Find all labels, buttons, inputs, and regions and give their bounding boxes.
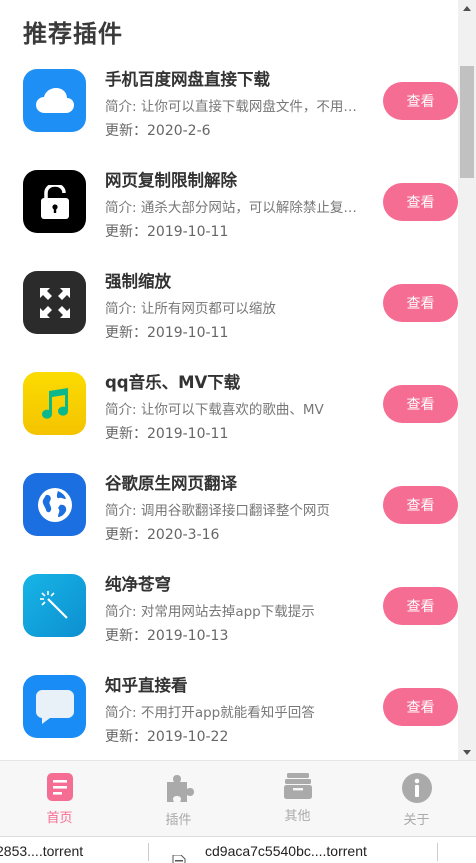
view-button[interactable]: 查看 xyxy=(383,688,458,726)
tab-label: 插件 xyxy=(165,813,192,828)
view-button[interactable]: 查看 xyxy=(383,486,458,524)
bottom-tab-bar: 首页 插件 其他 关于 xyxy=(0,760,476,836)
cloud-icon xyxy=(23,69,86,132)
tab-home[interactable]: 首页 xyxy=(0,761,119,836)
list-item[interactable]: 网页复制限制解除 简介: 通杀大部分网站，可以解除禁止复制的限制 更新：2019… xyxy=(0,153,458,254)
plugin-name: 谷歌原生网页翻译 xyxy=(105,474,237,493)
vertical-scrollbar[interactable] xyxy=(458,0,476,760)
chat-bubble-icon xyxy=(23,675,86,738)
unlock-icon xyxy=(23,170,86,233)
magic-wand-icon xyxy=(23,574,86,637)
globe-icon xyxy=(23,473,86,536)
view-button[interactable]: 查看 xyxy=(383,284,458,322)
scroll-down-arrow-icon[interactable] xyxy=(458,744,476,760)
document-icon xyxy=(46,773,73,801)
list-item[interactable]: 纯净苍穹 简介: 对常用网站去掉app下载提示 更新：2019-10-13 查看 xyxy=(0,557,458,658)
scrollbar-thumb[interactable] xyxy=(460,66,474,178)
box-icon xyxy=(283,773,312,799)
page-title: 推荐插件 xyxy=(23,20,123,48)
list-item[interactable]: qq音乐、MV下载 简介: 让你可以下载喜欢的歌曲、MV 更新：2019-10-… xyxy=(0,355,458,456)
file-icon xyxy=(172,855,186,863)
plugin-update-date: 更新：2019-10-11 xyxy=(105,426,229,442)
plugin-update-date: 更新：2019-10-13 xyxy=(105,628,229,644)
plugin-description: 简介: 让你可以下载喜欢的歌曲、MV xyxy=(105,402,324,418)
plugin-description: 简介: 对常用网站去掉app下载提示 xyxy=(105,604,315,620)
plugin-update-date: 更新：2020-2-6 xyxy=(105,123,211,139)
divider xyxy=(437,843,438,861)
tab-label: 其他 xyxy=(284,809,311,824)
download-item[interactable]: cd9aca7c5540bc....torrent xyxy=(205,843,367,859)
view-button[interactable]: 查看 xyxy=(383,183,458,221)
plugin-description: 简介: 不用打开app就能看知乎回答 xyxy=(105,705,315,721)
list-item[interactable]: 手机百度网盘直接下载 简介: 让你可以直接下载网盘文件，不用下载app 更新：2… xyxy=(0,52,458,153)
tab-other[interactable]: 其他 xyxy=(238,761,357,836)
plugin-name: 网页复制限制解除 xyxy=(105,171,237,190)
list-item[interactable]: 知乎直接看 简介: 不用打开app就能看知乎回答 更新：2019-10-22 查… xyxy=(0,658,458,759)
plugin-name: 强制缩放 xyxy=(105,272,171,291)
plugin-name: 知乎直接看 xyxy=(105,676,188,695)
plugin-update-date: 更新：2019-10-11 xyxy=(105,224,229,240)
divider xyxy=(148,843,149,861)
tab-about[interactable]: 关于 xyxy=(357,761,476,836)
plugin-description: 简介: 通杀大部分网站，可以解除禁止复制的限制 xyxy=(105,200,357,216)
puzzle-icon xyxy=(166,775,194,802)
download-item[interactable]: 2853....torrent xyxy=(0,843,83,859)
plugin-description: 简介: 让你可以直接下载网盘文件，不用下载app xyxy=(105,99,357,115)
plugin-description: 简介: 调用谷歌翻译接口翻译整个网页 xyxy=(105,503,330,519)
plugin-name: qq音乐、MV下载 xyxy=(105,373,241,392)
list-item[interactable]: 谷歌原生网页翻译 简介: 调用谷歌翻译接口翻译整个网页 更新：2020-3-16… xyxy=(0,456,458,557)
plugin-list: 手机百度网盘直接下载 简介: 让你可以直接下载网盘文件，不用下载app 更新：2… xyxy=(0,52,458,759)
plugin-description: 简介: 让所有网页都可以缩放 xyxy=(105,301,276,317)
plugin-update-date: 更新：2019-10-22 xyxy=(105,729,229,745)
tab-label: 关于 xyxy=(403,813,430,828)
plugin-update-date: 更新：2020-3-16 xyxy=(105,527,220,543)
download-bar: 2853....torrent cd9aca7c5540bc....torren… xyxy=(0,836,476,863)
info-icon xyxy=(401,773,432,803)
music-note-icon xyxy=(23,372,86,435)
scroll-up-arrow-icon[interactable] xyxy=(458,0,476,16)
tab-label: 首页 xyxy=(46,811,73,826)
list-item[interactable]: 强制缩放 简介: 让所有网页都可以缩放 更新：2019-10-11 查看 xyxy=(0,254,458,355)
view-button[interactable]: 查看 xyxy=(383,82,458,120)
view-button[interactable]: 查看 xyxy=(383,385,458,423)
view-button[interactable]: 查看 xyxy=(383,587,458,625)
expand-arrows-icon xyxy=(23,271,86,334)
plugin-name: 手机百度网盘直接下载 xyxy=(105,70,270,89)
plugin-name: 纯净苍穹 xyxy=(105,575,171,594)
plugin-page: 推荐插件 手机百度网盘直接下载 简介: 让你可以直接下载网盘文件，不用下载app… xyxy=(0,0,458,760)
tab-plugins[interactable]: 插件 xyxy=(119,761,238,836)
plugin-update-date: 更新：2019-10-11 xyxy=(105,325,229,341)
